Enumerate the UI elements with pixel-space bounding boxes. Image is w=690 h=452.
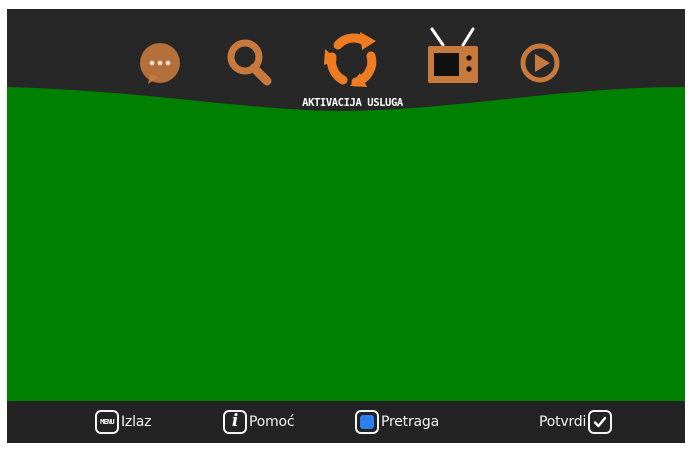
- menu-key-icon: MENU: [95, 410, 119, 434]
- search-action[interactable]: Pretraga: [355, 404, 439, 440]
- blue-key-icon: [355, 410, 379, 434]
- tv-icon: [428, 27, 478, 83]
- confirm-label: Potvrdi: [539, 414, 587, 430]
- help-action[interactable]: i Pomoć: [223, 404, 295, 440]
- play-icon: [520, 43, 560, 83]
- search-label: Pretraga: [381, 414, 439, 430]
- refresh-icon: [324, 32, 377, 87]
- search-icon: [227, 39, 272, 86]
- confirm-action[interactable]: Potvrdi: [539, 404, 613, 440]
- exit-action[interactable]: MENU Izlaz: [95, 404, 151, 440]
- exit-label: Izlaz: [121, 414, 152, 430]
- footer-bar: MENU Izlaz i Pomoć Pretraga Potvrdi: [7, 401, 685, 443]
- active-menu-label: AKTIVACIJA USLUGA: [302, 97, 403, 109]
- tv-menu-button[interactable]: [424, 27, 482, 89]
- info-key-icon: i: [223, 410, 247, 434]
- chat-bubble-icon: [140, 43, 180, 84]
- play-menu-button[interactable]: [516, 39, 564, 87]
- checkmark-icon: [588, 410, 613, 434]
- green-content-area: [7, 119, 685, 399]
- chat-menu-button[interactable]: [132, 35, 188, 91]
- service-activation-menu-button[interactable]: [321, 29, 383, 91]
- tv-screen: AKTIVACIJA USLUGA MENU Izlaz i Pomoć Pre…: [7, 9, 685, 443]
- help-label: Pomoć: [249, 414, 295, 430]
- search-menu-button[interactable]: [220, 35, 276, 91]
